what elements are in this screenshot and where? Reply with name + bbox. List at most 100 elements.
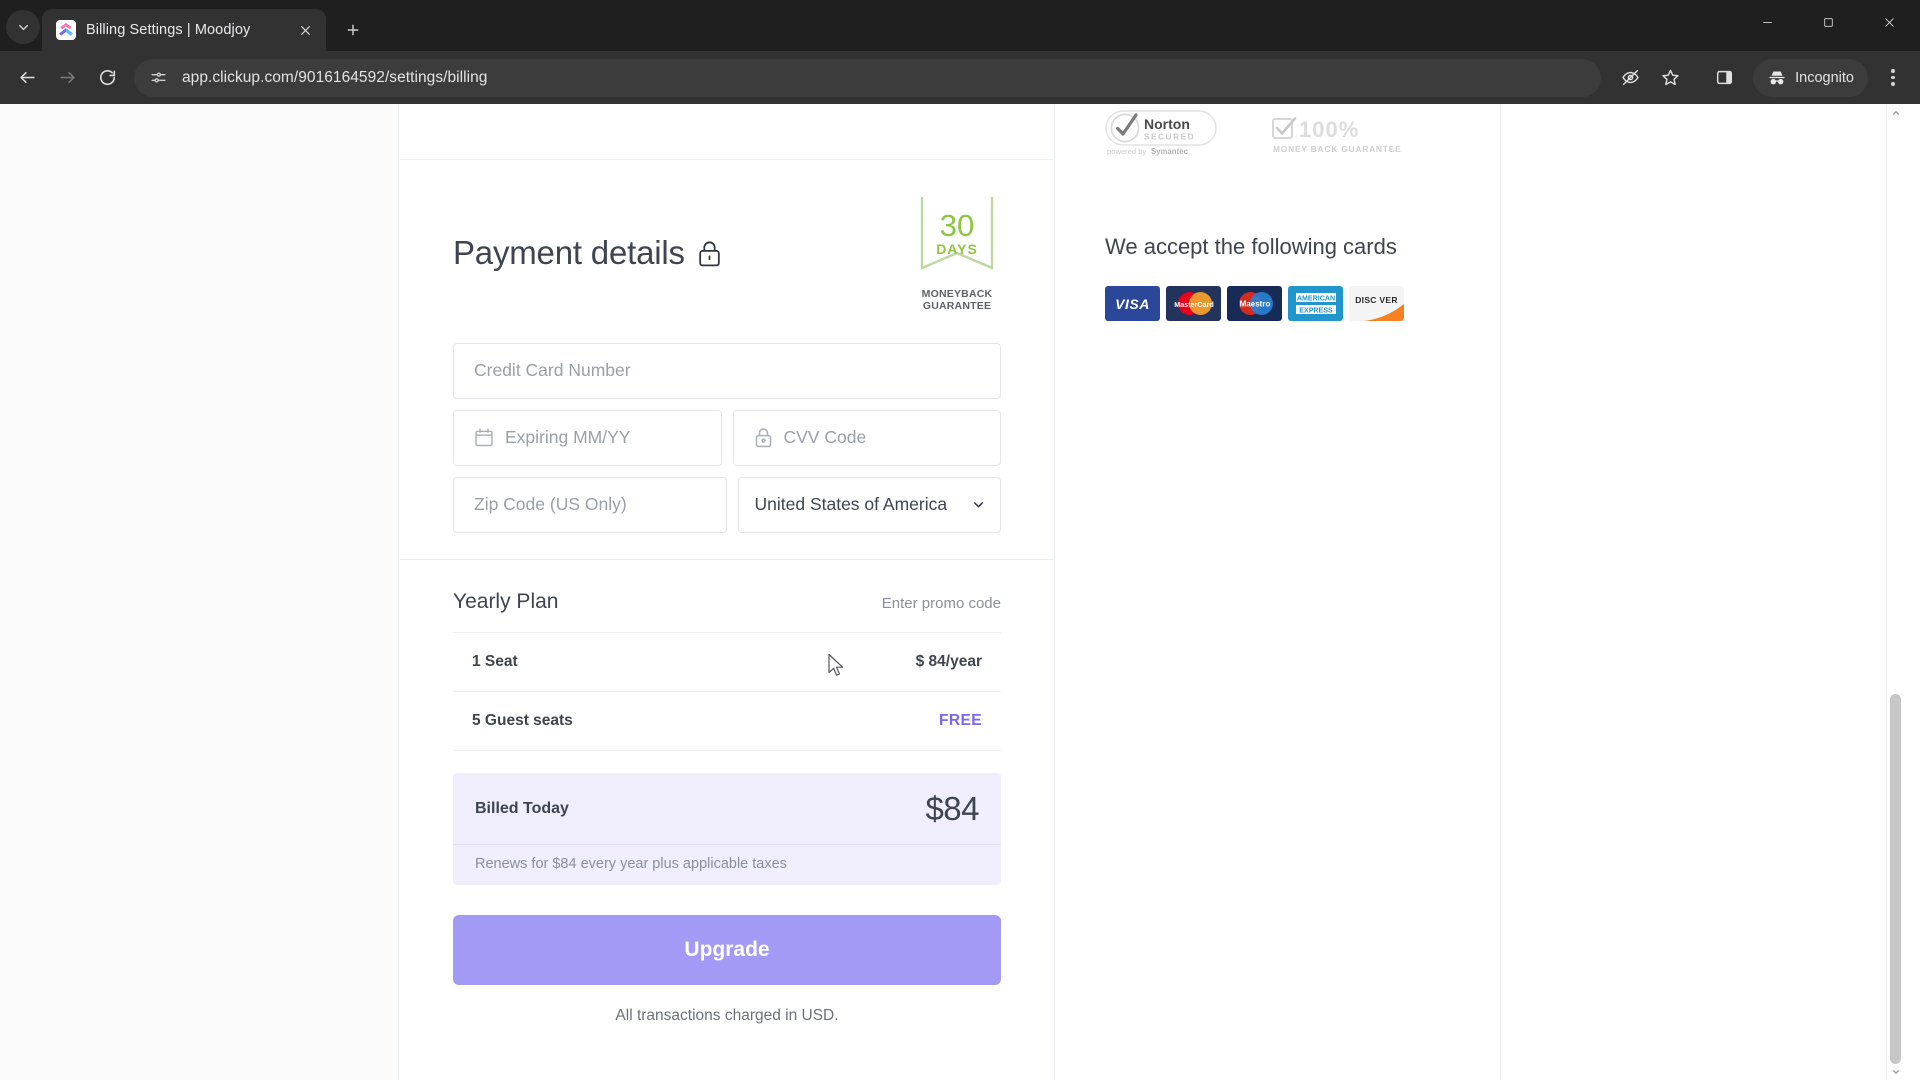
billed-today-label: Billed Today [475, 799, 569, 817]
svg-text:powered by: powered by [1107, 147, 1146, 156]
page-title: Payment details [453, 234, 685, 272]
hide-password-button[interactable] [1611, 59, 1649, 97]
minimize-button[interactable] [1737, 0, 1798, 45]
menu-dot [1891, 75, 1895, 80]
amex-card-icon: AMERICAN EXPRESS [1288, 286, 1343, 321]
visa-label: VISA [1115, 295, 1150, 312]
svg-text:EXPRESS: EXPRESS [1299, 306, 1333, 314]
scroll-up-button[interactable] [1887, 104, 1904, 121]
renewal-note: Renews for $84 every year plus applicabl… [475, 855, 787, 872]
chevron-down-icon [18, 24, 28, 30]
browser-menu-button[interactable] [1874, 59, 1912, 97]
svg-text:100%: 100% [1299, 117, 1359, 142]
cvv-placeholder: CVV Code [783, 427, 867, 447]
toolbar-right-actions: Incognito [1611, 58, 1912, 97]
clickup-logo-icon [59, 22, 73, 36]
accepted-cards-row: VISA MasterCard Maestro AMERICAN EXPRESS… [1105, 286, 1500, 321]
credit-card-number-placeholder: Credit Card Number [474, 360, 631, 380]
forward-arrow-icon [59, 71, 75, 84]
payment-title-group: Payment details [453, 234, 722, 272]
moneyback-guarantee-badge: 30 DAYS MONEYBACK GUARANTEE [913, 194, 1001, 313]
page-left-gutter [0, 104, 399, 1080]
zip-code-input[interactable]: Zip Code (US Only) [453, 476, 727, 533]
country-select[interactable]: United States of America [737, 476, 1001, 533]
menu-dot [1891, 82, 1895, 86]
chevron-down-icon [974, 502, 983, 508]
bookmark-button[interactable] [1651, 59, 1689, 97]
site-settings-button[interactable] [144, 64, 172, 92]
trust-badges-row: Norton SECURED powered by Symantec 100% … [1105, 104, 1500, 196]
cvv-input[interactable]: CVV Code [732, 409, 1001, 466]
svg-text:SECURED: SECURED [1144, 133, 1195, 142]
usd-note: All transactions charged in USD. [615, 1006, 839, 1024]
line-item-label: 5 Guest seats [472, 711, 573, 729]
mastercard-card-icon: MasterCard [1166, 286, 1221, 321]
tab-strip: Billing Settings | Moodjoy [0, 0, 1920, 51]
svg-text:DAYS: DAYS [936, 241, 978, 257]
norton-secured-badge: Norton SECURED powered by Symantec [1105, 110, 1223, 161]
plus-icon [347, 24, 359, 36]
moneyback-line-1: MONEYBACK [921, 288, 993, 300]
trust-panel: Norton SECURED powered by Symantec 100% … [1056, 104, 1500, 1080]
billed-today-amount: $84 [925, 789, 979, 827]
back-button[interactable] [8, 59, 46, 97]
plan-header: Yearly Plan Enter promo code [453, 590, 1001, 633]
incognito-indicator[interactable]: Incognito [1753, 58, 1868, 97]
svg-text:MasterCard: MasterCard [1174, 300, 1214, 309]
plan-title: Yearly Plan [453, 589, 559, 613]
calendar-icon [475, 428, 493, 447]
scroll-down-button[interactable] [1887, 1063, 1904, 1080]
maestro-circles-icon: Maestro [1238, 292, 1273, 315]
american-express-icon: AMERICAN EXPRESS [1295, 293, 1336, 314]
billing-settings-page: Payment details 30 DAYS MONEYBACK GUARAN… [0, 104, 1903, 1080]
zip-country-row: Zip Code (US Only) United States of Amer… [453, 476, 1001, 533]
line-item-value: $ 84/year [915, 652, 982, 670]
svg-text:MONEY BACK GUARANTEE: MONEY BACK GUARANTEE [1273, 144, 1401, 154]
reload-button[interactable] [88, 59, 126, 97]
star-icon [1661, 69, 1679, 86]
browser-window: Billing Settings | Moodjoy app.clickup.c… [0, 0, 1920, 1080]
panel-top-strip [400, 104, 1054, 160]
browser-tab[interactable]: Billing Settings | Moodjoy [42, 9, 326, 51]
forward-button[interactable] [48, 59, 86, 97]
moneyback-caption: MONEYBACK GUARANTEE [913, 288, 1001, 313]
checkbox-100-percent-icon: 100% MONEY BACK GUARANTEE [1272, 117, 1401, 154]
svg-text:Norton: Norton [1144, 116, 1190, 132]
line-item-label: 1 Seat [472, 652, 518, 670]
lock-icon [755, 428, 771, 448]
close-icon [300, 25, 310, 35]
svg-text:Symantec: Symantec [1151, 147, 1189, 156]
enter-promo-code-link[interactable]: Enter promo code [882, 595, 1001, 612]
browser-toolbar: app.clickup.com/9016164592/settings/bill… [0, 51, 1920, 104]
clickup-favicon [56, 20, 76, 40]
svg-text:Maestro: Maestro [1239, 300, 1270, 309]
scrollbar-thumb[interactable] [1890, 694, 1901, 1064]
payment-details-header: Payment details 30 DAYS MONEYBACK GUARAN… [453, 194, 1001, 313]
side-panel-button[interactable] [1705, 59, 1743, 97]
upgrade-button[interactable]: Upgrade [453, 914, 1001, 985]
expiry-cvv-row: Expiring MM/YY CVV Code [453, 409, 1001, 466]
page-viewport: Payment details 30 DAYS MONEYBACK GUARAN… [0, 104, 1920, 1080]
tab-close-button[interactable] [294, 19, 316, 41]
maximize-button[interactable] [1798, 0, 1859, 45]
discover-label: DISC VER [1355, 294, 1398, 305]
svg-text:30: 30 [940, 208, 974, 243]
country-selected-value: United States of America [754, 494, 948, 514]
incognito-label: Incognito [1795, 69, 1854, 86]
chevron-down-icon [1892, 1069, 1899, 1074]
site-settings-icon [150, 72, 166, 83]
menu-dot [1891, 69, 1895, 73]
svg-text:AMERICAN: AMERICAN [1296, 294, 1334, 302]
expiry-input[interactable]: Expiring MM/YY [453, 409, 722, 466]
tab-search-button[interactable] [6, 10, 40, 44]
reload-icon [99, 70, 115, 86]
table-row: 1 Seat $ 84/year [453, 633, 1001, 692]
close-window-button[interactable] [1859, 0, 1920, 45]
address-bar[interactable]: app.clickup.com/9016164592/settings/bill… [134, 58, 1602, 97]
credit-card-number-input[interactable]: Credit Card Number [453, 342, 1001, 399]
page-scrollbar[interactable] [1886, 104, 1903, 1080]
page-right-gutter [1500, 104, 1903, 1080]
back-arrow-icon [19, 71, 35, 84]
window-controls [1737, 0, 1920, 45]
new-tab-button[interactable] [336, 13, 370, 47]
